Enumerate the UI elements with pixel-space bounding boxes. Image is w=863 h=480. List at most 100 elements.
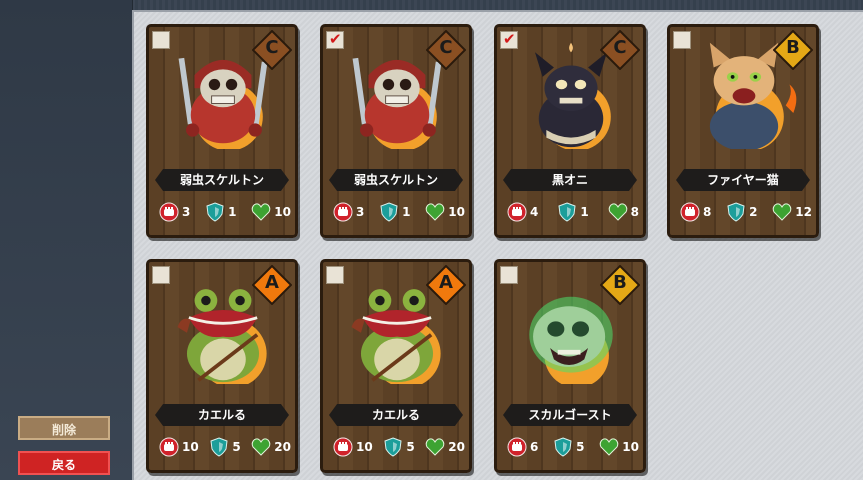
card-select-checkbox[interactable]: ✔ [500, 30, 518, 49]
rank-badge: B [599, 264, 641, 306]
back-button[interactable]: 戻る [18, 451, 110, 475]
card-name: カエルる [155, 404, 289, 426]
rank-badge: C [599, 29, 641, 71]
attack-fist-icon [507, 202, 527, 222]
hp-stat: 20 [425, 437, 465, 457]
monster-card[interactable]: ✔ C 黒オニ 4 1 8 [494, 24, 646, 238]
card-stats: 4 1 8 [507, 201, 639, 223]
rank-letter: B [613, 272, 627, 293]
defense-value: 5 [232, 440, 241, 454]
defense-shield-icon [384, 437, 402, 457]
card-stats: 10 5 20 [159, 436, 291, 458]
hp-value: 20 [274, 440, 291, 454]
rank-letter: C [439, 37, 453, 58]
card-name: スカルゴースト [503, 404, 637, 426]
attack-value: 10 [182, 440, 199, 454]
hp-value: 8 [630, 205, 639, 219]
defense-stat: 5 [383, 437, 415, 457]
defense-value: 5 [576, 440, 585, 454]
defense-shield-icon [210, 437, 228, 457]
attack-stat: 4 [507, 202, 538, 222]
rank-badge: C [425, 29, 467, 71]
monster-card[interactable]: B スカルゴースト 6 5 10 [494, 259, 646, 473]
rank-letter: A [265, 272, 279, 293]
hp-value: 10 [274, 205, 291, 219]
hp-stat: 20 [251, 437, 291, 457]
card-stats: 3 1 10 [333, 201, 465, 223]
attack-value: 6 [530, 440, 539, 454]
defense-shield-icon [727, 202, 745, 222]
hp-heart-icon [599, 438, 619, 456]
rank-letter: A [439, 272, 453, 293]
monster-card[interactable]: A カエルる 10 5 20 [146, 259, 298, 473]
defense-stat: 5 [553, 437, 585, 457]
card-stats: 10 5 20 [333, 436, 465, 458]
defense-shield-icon [554, 437, 572, 457]
monster-card[interactable]: A カエルる 10 5 20 [320, 259, 472, 473]
card-select-checkbox[interactable] [500, 266, 518, 284]
attack-stat: 8 [680, 202, 711, 222]
attack-fist-icon [507, 437, 527, 457]
hp-heart-icon [772, 203, 792, 221]
hp-heart-icon [608, 203, 627, 221]
defense-value: 2 [749, 205, 758, 219]
hp-value: 10 [622, 440, 639, 454]
card-name: カエルる [329, 404, 463, 426]
hp-stat: 12 [772, 202, 812, 222]
attack-fist-icon [159, 437, 179, 457]
hp-heart-icon [425, 203, 445, 221]
card-stats: 6 5 10 [507, 436, 639, 458]
attack-fist-icon [159, 202, 179, 222]
attack-value: 3 [182, 205, 191, 219]
sidebar: 削除 戻る [0, 0, 133, 480]
card-name: 弱虫スケルトン [155, 169, 289, 191]
defense-stat: 1 [205, 202, 237, 222]
defense-stat: 2 [726, 202, 758, 222]
rank-badge: A [425, 264, 467, 306]
attack-stat: 6 [507, 437, 538, 457]
monster-card[interactable]: C 弱虫スケルトン 3 1 10 [146, 24, 298, 238]
defense-stat: 1 [379, 202, 411, 222]
attack-fist-icon [680, 202, 700, 222]
rank-letter: C [265, 37, 279, 58]
card-name: ファイヤー猫 [676, 169, 810, 191]
rank-badge: A [251, 264, 293, 306]
defense-stat: 5 [209, 437, 241, 457]
hp-heart-icon [251, 203, 271, 221]
hp-value: 10 [448, 205, 465, 219]
attack-fist-icon [333, 202, 353, 222]
delete-button[interactable]: 削除 [18, 416, 110, 440]
attack-fist-icon [333, 437, 353, 457]
hp-stat: 10 [599, 437, 639, 457]
defense-shield-icon [206, 202, 224, 222]
monster-card[interactable]: B ファイヤー猫 8 2 12 [667, 24, 819, 238]
defense-shield-icon [558, 202, 576, 222]
attack-stat: 10 [333, 437, 373, 457]
card-select-checkbox[interactable] [326, 266, 344, 284]
attack-stat: 3 [333, 202, 364, 222]
defense-value: 1 [580, 205, 589, 219]
hp-stat: 10 [251, 202, 291, 222]
attack-stat: 3 [159, 202, 190, 222]
attack-value: 3 [356, 205, 365, 219]
hp-heart-icon [251, 438, 271, 456]
check-icon: ✔ [503, 30, 516, 48]
rank-badge: C [251, 29, 293, 71]
card-select-checkbox[interactable]: ✔ [326, 30, 344, 49]
card-select-checkbox[interactable] [152, 31, 170, 49]
card-select-checkbox[interactable] [152, 266, 170, 284]
defense-stat: 1 [557, 202, 589, 222]
hp-stat: 10 [425, 202, 465, 222]
card-stats: 8 2 12 [680, 201, 812, 223]
hp-stat: 8 [608, 202, 639, 222]
defense-value: 5 [406, 440, 415, 454]
attack-value: 8 [703, 205, 712, 219]
defense-shield-icon [380, 202, 398, 222]
card-name: 弱虫スケルトン [329, 169, 463, 191]
card-select-checkbox[interactable] [673, 31, 691, 49]
rank-letter: C [613, 37, 627, 58]
attack-stat: 10 [159, 437, 199, 457]
hp-value: 20 [448, 440, 465, 454]
attack-value: 10 [356, 440, 373, 454]
monster-card[interactable]: ✔ C 弱虫スケルトン 3 1 10 [320, 24, 472, 238]
